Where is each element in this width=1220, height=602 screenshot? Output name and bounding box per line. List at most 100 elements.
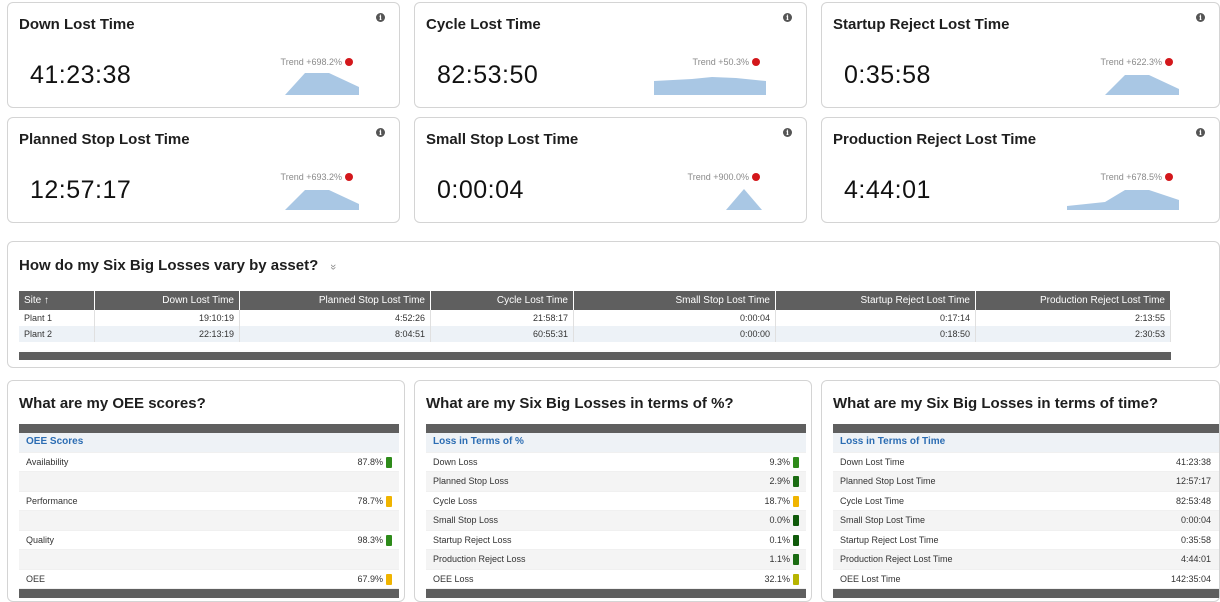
oee-scores-panel: What are my OEE scores? OEE Scores Avail… xyxy=(7,380,405,602)
table-row[interactable]: Plant 2 22:13:19 8:04:51 60:55:31 0:00:0… xyxy=(19,326,1171,342)
trend-status-dot xyxy=(345,173,353,181)
status-bar xyxy=(793,476,799,487)
info-icon[interactable]: i xyxy=(376,13,385,22)
status-bar xyxy=(386,495,392,507)
table-row: OEE Loss 32.1% xyxy=(426,570,806,589)
row-label: Startup Reject Lost Time xyxy=(840,534,939,545)
table-row: Small Stop Lost Time 0:00:04 xyxy=(833,511,1219,531)
column-header-small-stop-lost-time[interactable]: Small Stop Lost Time xyxy=(573,291,776,310)
info-icon[interactable]: i xyxy=(376,128,385,137)
cell-planned-stop-lost-time: 8:04:51 xyxy=(239,326,431,342)
table-row[interactable]: Plant 1 19:10:19 4:52:26 21:58:17 0:00:0… xyxy=(19,310,1171,326)
info-icon[interactable]: i xyxy=(783,128,792,137)
loss-percent-table: Loss in Terms of % Down Loss 9.3% Planned… xyxy=(426,424,806,598)
trend-status-dot xyxy=(1165,173,1173,181)
cell-small-stop-lost-time: 0:00:00 xyxy=(573,326,776,342)
table-row: Startup Reject Lost Time 0:35:58 xyxy=(833,531,1219,550)
trend-indicator: Trend +50.3% xyxy=(693,57,760,67)
trend-sparkline xyxy=(726,189,762,210)
kpi-value: 12:57:17 xyxy=(30,176,132,204)
status-bar xyxy=(386,573,392,585)
table-row: Small Stop Loss 0.0% xyxy=(426,511,806,531)
info-icon[interactable]: i xyxy=(1196,128,1205,137)
row-value: 4:44:01 xyxy=(1180,554,1211,564)
row-value: 98.3% xyxy=(357,534,383,545)
row-label: Small Stop Lost Time xyxy=(840,515,926,525)
cell-production-reject-lost-time: 2:13:55 xyxy=(975,310,1171,326)
table-row: Production Reject Lost Time 4:44:01 xyxy=(833,550,1219,570)
trend-indicator: Trend +698.2% xyxy=(281,57,353,67)
row-value: 67.9% xyxy=(357,573,383,584)
row-label: Production Reject Loss xyxy=(433,554,526,564)
column-header-planned-stop-lost-time[interactable]: Planned Stop Lost Time xyxy=(239,291,431,310)
trend-label: Trend +900.0% xyxy=(687,172,749,182)
trend-sparkline xyxy=(1067,75,1179,95)
cell-site: Plant 1 xyxy=(19,310,95,326)
row-value: 82:53:48 xyxy=(1175,495,1211,506)
kpi-title: Production Reject Lost Time xyxy=(833,131,1037,148)
row-label: OEE Lost Time xyxy=(840,573,901,584)
cell-cycle-lost-time: 21:58:17 xyxy=(430,310,574,326)
column-header-site[interactable]: Site ↑ xyxy=(19,291,95,310)
row-label: Cycle Lost Time xyxy=(840,495,905,506)
table-row: Down Lost Time 41:23:38 xyxy=(833,453,1219,472)
kpi-card-cycle-lost-time: Cycle Lost Time i 82:53:50 Trend +50.3% xyxy=(414,2,807,108)
trend-status-dot xyxy=(345,58,353,66)
column-header-down-lost-time[interactable]: Down Lost Time xyxy=(94,291,240,310)
kpi-value: 0:35:58 xyxy=(844,61,931,89)
asset-losses-panel: How do my Six Big Losses vary by asset? … xyxy=(7,241,1220,368)
cell-production-reject-lost-time: 2:30:53 xyxy=(975,326,1171,342)
status-bar xyxy=(793,554,799,565)
trend-indicator: Trend +900.0% xyxy=(688,172,760,182)
status-bar xyxy=(793,573,799,585)
table-row: Cycle Loss 18.7% xyxy=(426,492,806,511)
row-value: 0:35:58 xyxy=(1180,534,1211,545)
kpi-value: 41:23:38 xyxy=(30,61,132,89)
loss-time-panel: What are my Six Big Losses in terms of t… xyxy=(821,380,1220,602)
trend-label: Trend +50.3% xyxy=(692,57,749,67)
kpi-card-planned-stop-lost-time: Planned Stop Lost Time i 12:57:17 Trend … xyxy=(7,117,400,223)
kpi-card-production-reject-lost-time: Production Reject Lost Time i 4:44:01 Tr… xyxy=(821,117,1220,223)
table-row: OEE Lost Time 142:35:04 xyxy=(833,570,1219,589)
info-icon[interactable]: i xyxy=(1196,13,1205,22)
cell-startup-reject-lost-time: 0:18:50 xyxy=(775,326,976,342)
loss-time-table: Loss in Terms of Time Down Lost Time 41:2… xyxy=(833,424,1219,598)
row-label: Production Reject Lost Time xyxy=(840,554,953,564)
column-header-production-reject-lost-time[interactable]: Production Reject Lost Time xyxy=(975,291,1171,310)
table-row: OEE 67.9% xyxy=(19,570,399,589)
trend-label: Trend +698.2% xyxy=(280,57,342,67)
trend-indicator: Trend +693.2% xyxy=(281,172,353,182)
section-title: What are my OEE scores? xyxy=(19,395,206,412)
cell-planned-stop-lost-time: 4:52:26 xyxy=(239,310,431,326)
chevron-down-icon[interactable]: » xyxy=(328,264,340,270)
table-row: Planned Stop Loss 2.9% xyxy=(426,472,806,492)
table-row xyxy=(19,472,399,492)
row-label: Startup Reject Loss xyxy=(433,534,512,545)
trend-status-dot xyxy=(1165,58,1173,66)
row-label: Small Stop Loss xyxy=(433,515,499,525)
row-value: 41:23:38 xyxy=(1175,456,1211,467)
row-value: 18.7% xyxy=(764,495,790,506)
cell-down-lost-time: 22:13:19 xyxy=(94,326,240,342)
cell-down-lost-time: 19:10:19 xyxy=(94,310,240,326)
column-header-cycle-lost-time[interactable]: Cycle Lost Time xyxy=(430,291,574,310)
trend-status-dot xyxy=(752,58,760,66)
row-value: 1.1% xyxy=(769,554,790,564)
row-label: Down Lost Time xyxy=(840,456,905,467)
status-bar xyxy=(386,534,392,546)
row-value: 87.8% xyxy=(357,456,383,467)
kpi-value: 0:00:04 xyxy=(437,176,524,204)
row-value: 78.7% xyxy=(357,495,383,506)
trend-sparkline xyxy=(1067,190,1179,210)
table-row: Cycle Lost Time 82:53:48 xyxy=(833,492,1219,511)
info-icon[interactable]: i xyxy=(783,13,792,22)
trend-indicator: Trend +678.5% xyxy=(1101,172,1173,182)
section-title: What are my Six Big Losses in terms of %… xyxy=(426,395,734,412)
row-value: 2.9% xyxy=(769,476,790,486)
section-title: How do my Six Big Losses vary by asset? … xyxy=(19,257,340,274)
column-header-startup-reject-lost-time[interactable]: Startup Reject Lost Time xyxy=(775,291,976,310)
cell-small-stop-lost-time: 0:00:04 xyxy=(573,310,776,326)
row-label: Performance xyxy=(26,495,78,506)
table-header-row: Site ↑ Down Lost Time Planned Stop Lost … xyxy=(19,291,1171,310)
row-label: Down Loss xyxy=(433,456,478,467)
